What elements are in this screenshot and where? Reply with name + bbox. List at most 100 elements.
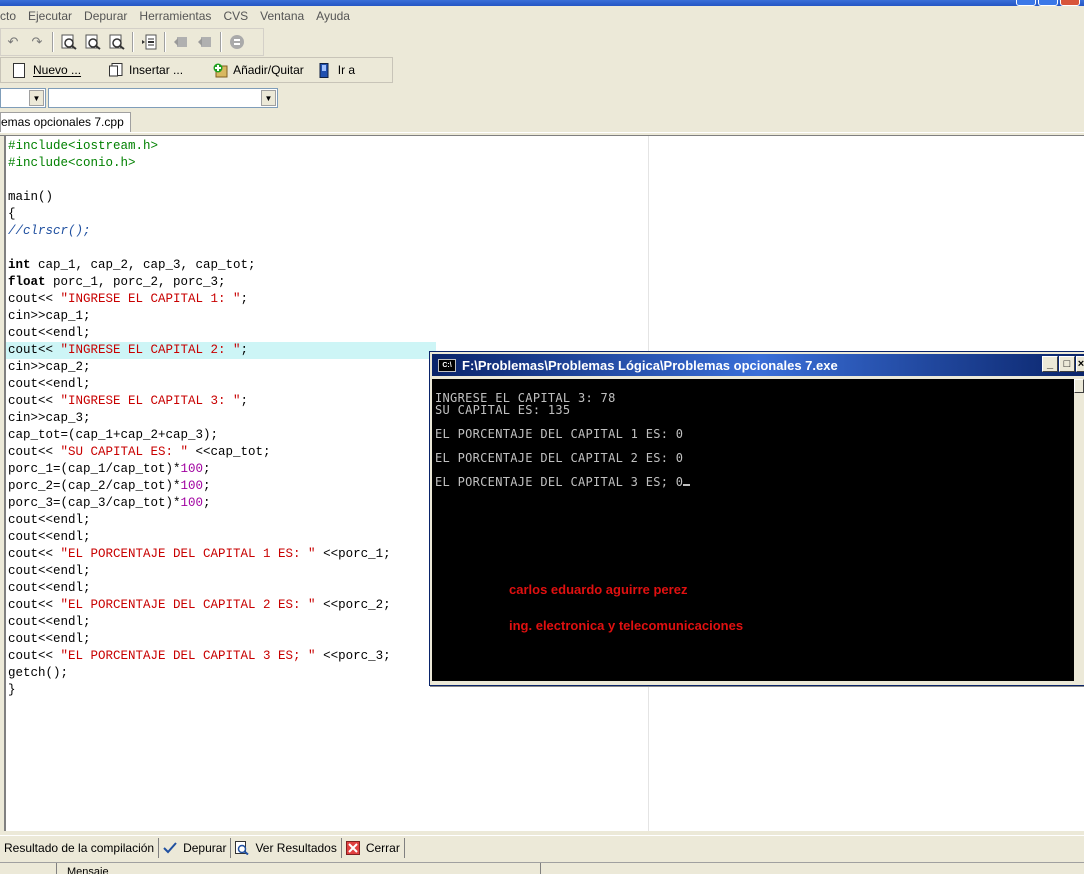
- toolbar-separator: [52, 32, 54, 52]
- code-line[interactable]: cout<<endl;: [8, 529, 391, 546]
- code-line[interactable]: cout<< "SU CAPITAL ES: " <<cap_tot;: [8, 444, 391, 461]
- status-bar: Mensaje: [0, 862, 1084, 874]
- menu-ventana[interactable]: Ventana: [260, 9, 310, 23]
- code-line[interactable]: porc_2=(cap_2/cap_tot)*100;: [8, 478, 391, 495]
- console-close-button[interactable]: ×: [1076, 356, 1084, 372]
- code-line[interactable]: cout<< "EL PORCENTAJE DEL CAPITAL 3 ES; …: [8, 648, 391, 665]
- insert-button-label: Insertar ...: [129, 63, 184, 77]
- code-line[interactable]: float porc_1, porc_2, porc_3;: [8, 274, 391, 291]
- console-app-icon: C:\: [438, 358, 456, 372]
- code-line[interactable]: porc_1=(cap_1/cap_tot)*100;: [8, 461, 391, 478]
- code-line[interactable]: [8, 240, 391, 257]
- console-title: F:\Problemas\Problemas Lógica\Problemas …: [462, 357, 838, 373]
- compile-results-label: Resultado de la compilación: [4, 841, 155, 855]
- chevron-down-icon[interactable]: ▼: [261, 90, 276, 106]
- code-line[interactable]: cin>>cap_3;: [8, 410, 391, 427]
- console-title-bar[interactable]: C:\ F:\Problemas\Problemas Lógica\Proble…: [432, 354, 1084, 376]
- code-line[interactable]: getch();: [8, 665, 391, 682]
- tab-compile-results[interactable]: Resultado de la compilación: [0, 838, 160, 858]
- member-select[interactable]: ▼: [48, 88, 278, 108]
- code-line[interactable]: }: [8, 682, 391, 699]
- console-line: EL PORCENTAJE DEL CAPITAL 1 ES: 0: [435, 427, 684, 441]
- bookmark-prev-icon[interactable]: [171, 32, 191, 52]
- code-line[interactable]: cin>>cap_1;: [8, 308, 391, 325]
- project-toolbar: Nuevo ... Insertar ... Añadir/Quitar Ir …: [0, 57, 393, 83]
- close-panel-icon: [345, 841, 360, 855]
- console-line: SU CAPITAL ES: 135: [435, 403, 571, 417]
- code-line[interactable]: cap_tot=(cap_1+cap_2+cap_3);: [8, 427, 391, 444]
- code-line[interactable]: cout<<endl;: [8, 614, 391, 631]
- menu-ejecutar[interactable]: Ejecutar: [28, 9, 78, 23]
- console-maximize-button[interactable]: □: [1059, 356, 1075, 372]
- tab-view-results[interactable]: Ver Resultados: [231, 838, 342, 858]
- code-line[interactable]: {: [8, 206, 391, 223]
- code-line[interactable]: cout<<endl;: [8, 580, 391, 597]
- menu-bar: cto Ejecutar Depurar Herramientas CVS Ve…: [0, 6, 350, 26]
- goto-button[interactable]: Ir a: [318, 62, 355, 78]
- code-line[interactable]: cout<<endl;: [8, 376, 391, 393]
- status-message: Mensaje: [56, 863, 550, 874]
- code-line[interactable]: porc_3=(cap_3/cap_tot)*100;: [8, 495, 391, 512]
- menu-depurar[interactable]: Depurar: [84, 9, 133, 23]
- close-button[interactable]: [1060, 0, 1080, 6]
- main-toolbar: ↶ ↷: [0, 28, 264, 56]
- new-file-icon: [13, 62, 27, 78]
- code-line[interactable]: cout<< "INGRESE EL CAPITAL 2: ";: [8, 342, 391, 359]
- toolbar-separator: [164, 32, 166, 52]
- console-cursor: [683, 484, 691, 486]
- bookmark-next-icon[interactable]: [195, 32, 215, 52]
- undo-icon[interactable]: ↶: [3, 32, 23, 52]
- code-line[interactable]: #include<iostream.h>: [8, 138, 391, 155]
- code-line[interactable]: cout<<endl;: [8, 512, 391, 529]
- scroll-up-button[interactable]: [1074, 379, 1084, 393]
- replace-icon[interactable]: [107, 32, 127, 52]
- class-combos: ▼ ▼: [0, 84, 283, 110]
- file-tab[interactable]: emas opcionales 7.cpp: [0, 112, 131, 132]
- goto-line-icon[interactable]: [139, 32, 159, 52]
- code-line[interactable]: cout<< "EL PORCENTAJE DEL CAPITAL 1 ES: …: [8, 546, 391, 563]
- view-results-label: Ver Resultados: [255, 841, 337, 855]
- chevron-down-icon[interactable]: ▼: [29, 90, 44, 106]
- code-line[interactable]: main(): [8, 189, 391, 206]
- menu-cvs[interactable]: CVS: [223, 9, 254, 23]
- insert-button[interactable]: Insertar ...: [109, 62, 184, 78]
- code-line[interactable]: cout<<endl;: [8, 563, 391, 580]
- code-line[interactable]: cout<< "INGRESE EL CAPITAL 3: ";: [8, 393, 391, 410]
- code-line[interactable]: #include<conio.h>: [8, 155, 391, 172]
- goto-icon: [318, 62, 332, 78]
- minimize-button[interactable]: [1016, 0, 1036, 6]
- author-program: ing. electronica y telecomunicaciones: [509, 618, 744, 633]
- debug-label: Depurar: [183, 841, 227, 855]
- code-line[interactable]: cout<<endl;: [8, 631, 391, 648]
- tab-debug[interactable]: Depurar: [159, 838, 232, 858]
- editor-gutter: [0, 136, 6, 831]
- stop-icon[interactable]: [227, 32, 247, 52]
- find-next-icon[interactable]: [83, 32, 103, 52]
- code-line[interactable]: //clrscr();: [8, 223, 391, 240]
- console-last-line: EL PORCENTAJE DEL CAPITAL 3 ES; 0: [435, 475, 691, 489]
- source-code[interactable]: #include<iostream.h> #include<conio.h> ma…: [8, 138, 391, 699]
- console-scrollbar[interactable]: [1074, 379, 1084, 681]
- code-line[interactable]: cin>>cap_2;: [8, 359, 391, 376]
- tab-close[interactable]: Cerrar: [342, 838, 405, 858]
- new-button[interactable]: Nuevo ...: [13, 62, 81, 78]
- menu-proyecto[interactable]: cto: [0, 9, 22, 23]
- maximize-button[interactable]: [1038, 0, 1058, 6]
- close-label: Cerrar: [365, 841, 400, 855]
- console-minimize-button[interactable]: _: [1042, 356, 1058, 372]
- code-line[interactable]: cout<< "INGRESE EL CAPITAL 1: ";: [8, 291, 391, 308]
- code-line[interactable]: cout<< "EL PORCENTAJE DEL CAPITAL 2 ES: …: [8, 597, 391, 614]
- code-line[interactable]: int cap_1, cap_2, cap_3, cap_tot;: [8, 257, 391, 274]
- code-line[interactable]: cout<<endl;: [8, 325, 391, 342]
- add-remove-button[interactable]: Añadir/Quitar: [213, 63, 304, 78]
- code-line[interactable]: [8, 172, 391, 189]
- class-select[interactable]: ▼: [0, 88, 46, 108]
- menu-herramientas[interactable]: Herramientas: [139, 9, 217, 23]
- find-icon[interactable]: [59, 32, 79, 52]
- add-remove-icon: [213, 63, 228, 78]
- toolbar-separator: [220, 32, 222, 52]
- console-output[interactable]: INGRESE EL CAPITAL 3: 78 SU CAPITAL ES: …: [432, 379, 1074, 681]
- menu-ayuda[interactable]: Ayuda: [316, 9, 356, 23]
- console-window[interactable]: C:\ F:\Problemas\Problemas Lógica\Proble…: [429, 351, 1084, 686]
- redo-icon[interactable]: ↷: [27, 32, 47, 52]
